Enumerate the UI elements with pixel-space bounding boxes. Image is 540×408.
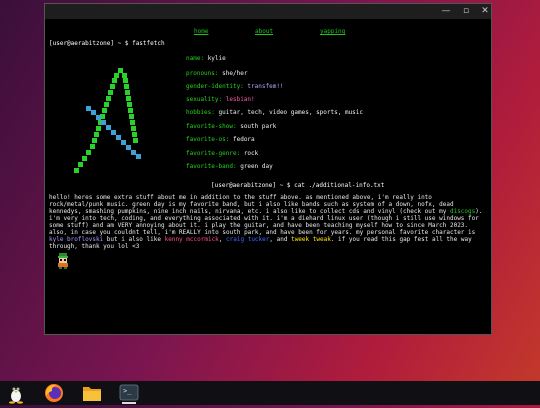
character-craig: craig tucker <box>226 236 270 243</box>
info-row-hobbies: hobbies: guitar, tech, video games, spor… <box>186 109 364 116</box>
character-kenny: kenny mccormick <box>164 236 219 243</box>
terminal-content: home about yapping [user@aerabitzone] ~ … <box>48 19 489 334</box>
prompt-cat: [user@aerabitzone] ~ $ cat ./additional-… <box>211 182 385 189</box>
character-kyle: kyle broflovski <box>49 236 104 243</box>
info-row-name: name: kylie <box>186 55 226 62</box>
window-titlebar[interactable]: — ▫ ✕ <box>45 4 491 19</box>
taskbar-item-firefox[interactable] <box>43 382 65 404</box>
info-row-sexuality: sexuality: lesbian! <box>186 96 255 103</box>
terminal-window: — ▫ ✕ home about yapping [user@aerabitzo… <box>44 3 492 335</box>
taskbar-item-files[interactable] <box>81 382 103 404</box>
maximize-button[interactable]: ▫ <box>459 5 473 18</box>
info-row-gender: gender-identity: transfem!! <box>186 83 284 90</box>
info-row-favorite-os: favorite-os: fedora <box>186 136 255 143</box>
close-button[interactable]: ✕ <box>478 5 492 18</box>
tux-penguin-icon <box>9 385 23 404</box>
info-row-favorite-band: favorite-band: green day <box>186 163 273 170</box>
character-tweek: tweek tweak <box>291 236 331 243</box>
info-row-favorite-genre: favorite-genre: rock <box>186 150 259 157</box>
info-row-pronouns: pronouns: she/her <box>186 70 248 77</box>
nav-link-yapping[interactable]: yapping <box>320 28 345 35</box>
taskbar-item-terminal[interactable]: >_ <box>118 382 140 404</box>
taskbar: >_ <box>0 381 540 405</box>
kyle-sprite-icon <box>58 253 68 269</box>
terminal-icon-glyph: >_ <box>123 387 132 395</box>
taskbar-item-tux[interactable] <box>5 382 27 404</box>
additional-info-text: hello! heres some extra stuff about me i… <box>49 194 483 250</box>
firefox-icon <box>45 384 63 402</box>
prompt-fastfetch: [user@aerabitzone] ~ $ fastfetch <box>49 40 165 47</box>
fedora-logo-icon <box>74 68 141 173</box>
nav-link-home[interactable]: home <box>194 28 208 35</box>
nav-link-about[interactable]: about <box>255 28 273 35</box>
folder-icon <box>83 387 101 401</box>
minimize-button[interactable]: — <box>439 5 453 18</box>
info-row-favorite-show: favorite-show: south park <box>186 123 277 130</box>
discogs-link[interactable]: discogs <box>450 208 475 215</box>
active-window-indicator <box>122 402 136 404</box>
